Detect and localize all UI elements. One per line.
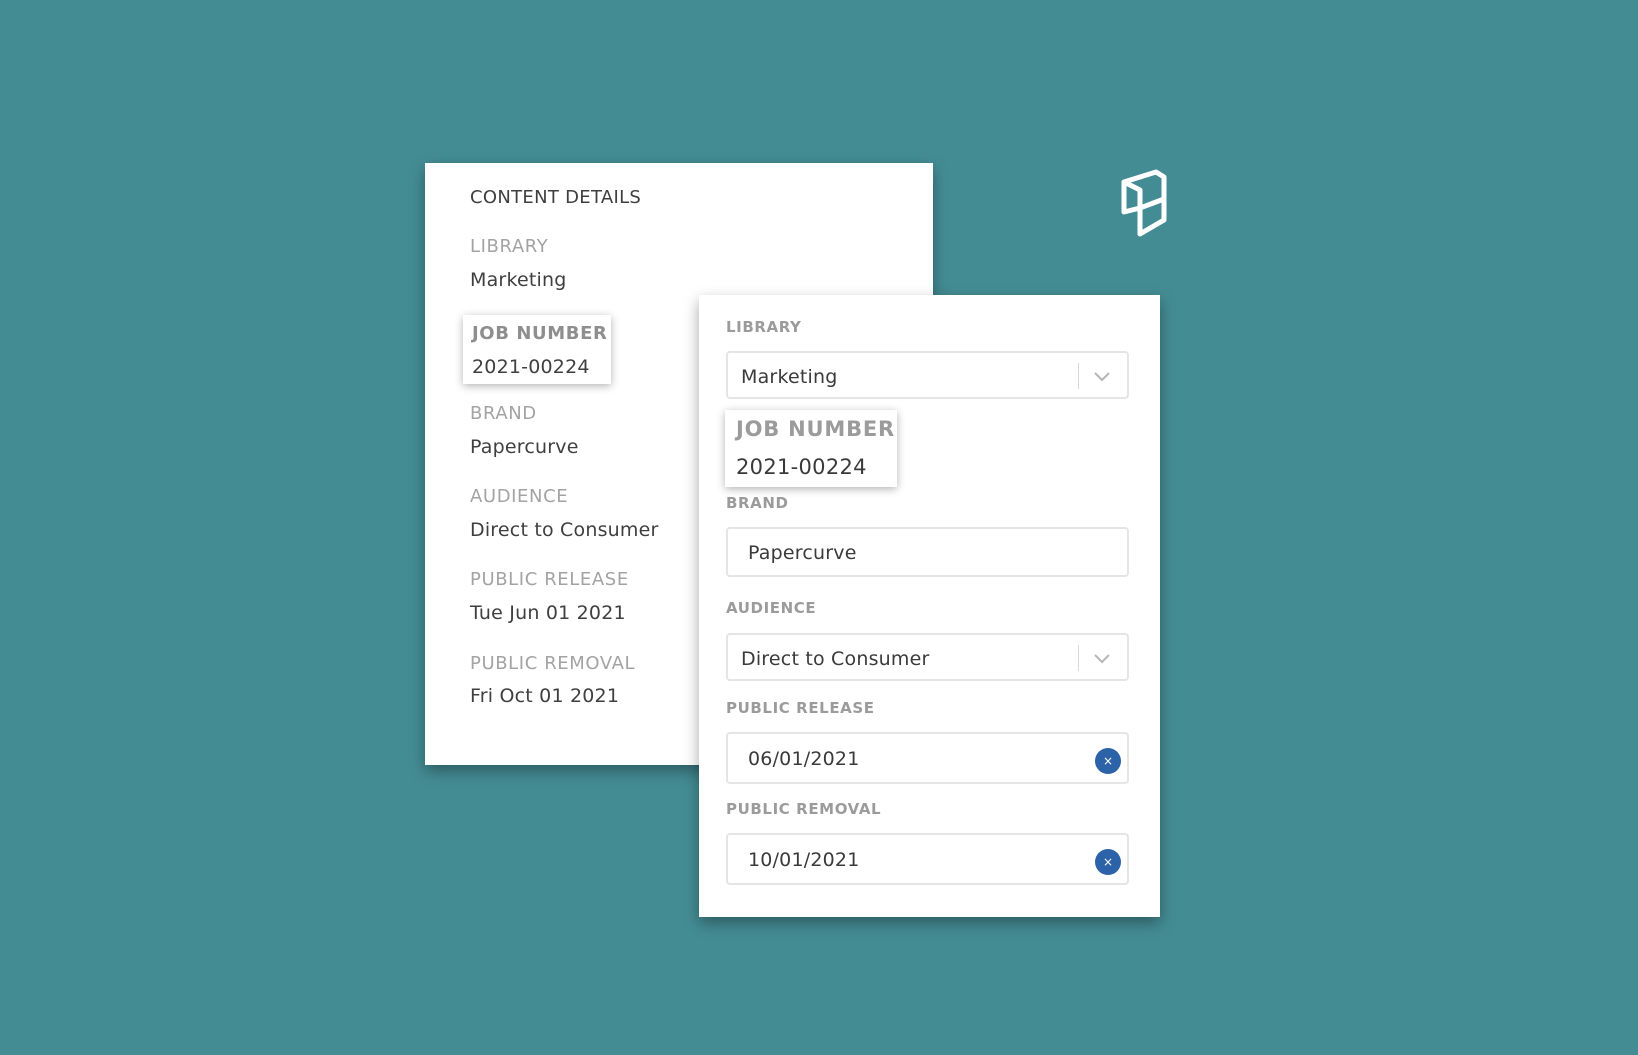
public-removal-value: Fri Oct 01 2021 <box>470 685 620 707</box>
public-removal-date-input[interactable]: 10/01/2021 × <box>726 833 1129 885</box>
brand-input[interactable]: Papercurve <box>726 527 1129 577</box>
job-number-highlight: JOB NUMBER 2021-00224 <box>463 315 611 384</box>
form-public-release-label: PUBLIC RELEASE <box>726 699 875 717</box>
brand-label: BRAND <box>470 403 537 424</box>
chevron-down-icon[interactable] <box>1091 365 1113 387</box>
library-select-value: Marketing <box>741 366 838 388</box>
audience-select[interactable]: Direct to Consumer <box>726 633 1129 681</box>
public-release-label: PUBLIC RELEASE <box>470 569 629 590</box>
public-release-value: Tue Jun 01 2021 <box>470 602 626 624</box>
library-value: Marketing <box>470 269 567 291</box>
form-library-label: LIBRARY <box>726 318 802 336</box>
brand-value: Papercurve <box>470 436 579 458</box>
form-brand-label: BRAND <box>726 494 789 512</box>
form-audience-label: AUDIENCE <box>726 599 817 617</box>
brand-input-value: Papercurve <box>748 542 857 564</box>
library-label: LIBRARY <box>470 236 549 257</box>
content-details-form: LIBRARY Marketing JOB NUMBER 2021-00224 … <box>699 295 1160 917</box>
public-release-date-value: 06/01/2021 <box>748 748 860 770</box>
form-job-number-highlight: JOB NUMBER 2021-00224 <box>725 410 897 487</box>
audience-value: Direct to Consumer <box>470 519 659 541</box>
clear-icon[interactable]: × <box>1095 849 1121 875</box>
audience-select-value: Direct to Consumer <box>741 648 930 670</box>
select-divider <box>1078 363 1079 389</box>
audience-label: AUDIENCE <box>470 486 569 507</box>
form-job-number-label: JOB NUMBER <box>736 417 896 441</box>
content-details-title: CONTENT DETAILS <box>470 187 642 208</box>
papercurve-logo-icon <box>1118 168 1168 240</box>
job-number-label: JOB NUMBER <box>472 323 608 344</box>
chevron-down-icon[interactable] <box>1091 647 1113 669</box>
select-divider <box>1078 645 1079 671</box>
job-number-value: 2021-00224 <box>472 356 590 378</box>
clear-icon[interactable]: × <box>1095 748 1121 774</box>
public-removal-label: PUBLIC REMOVAL <box>470 653 636 674</box>
form-job-number-value: 2021-00224 <box>736 455 867 479</box>
library-select[interactable]: Marketing <box>726 351 1129 399</box>
form-public-removal-label: PUBLIC REMOVAL <box>726 800 882 818</box>
public-removal-date-value: 10/01/2021 <box>748 849 860 871</box>
public-release-date-input[interactable]: 06/01/2021 × <box>726 732 1129 784</box>
